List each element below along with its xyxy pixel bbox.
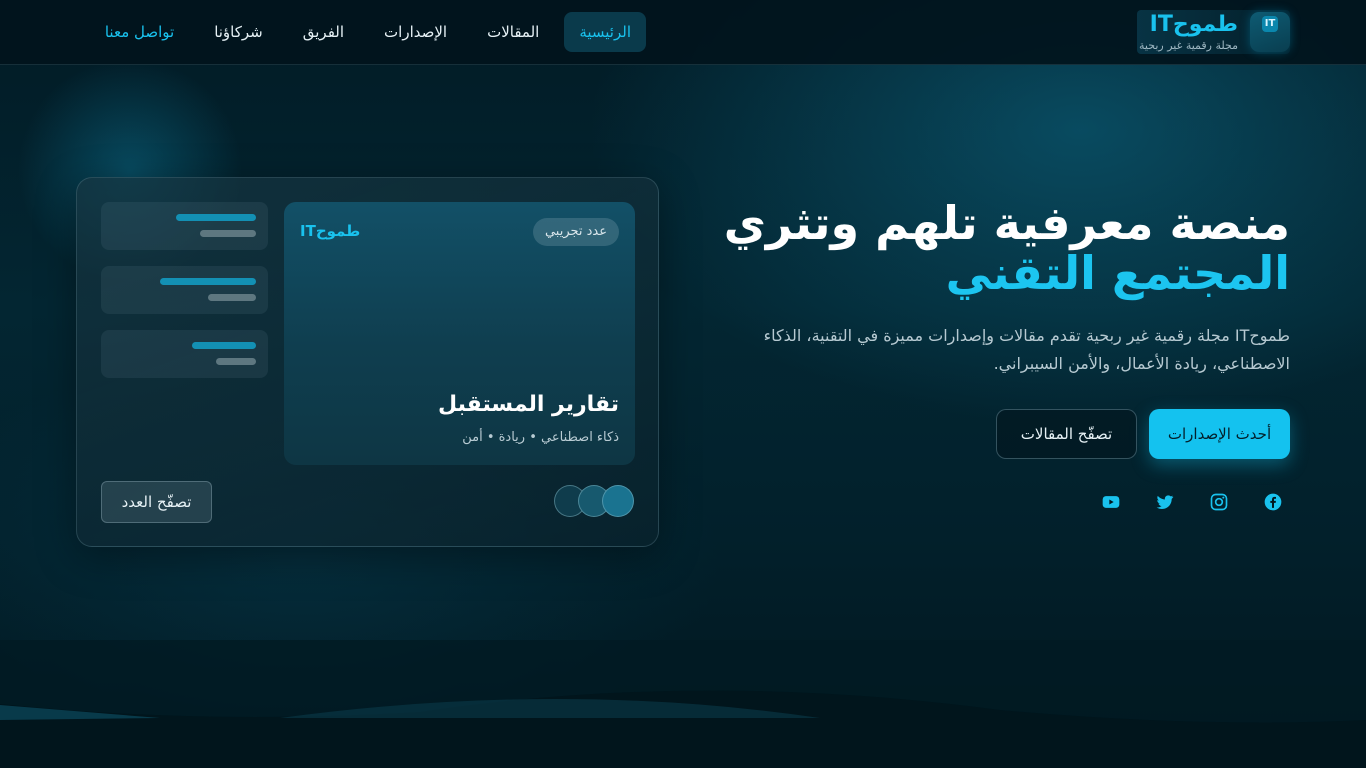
hero-title-line1: منصة معرفية تلهم وتثري <box>723 196 1290 250</box>
twitter-link[interactable] <box>1138 490 1192 514</box>
browse-issue-button[interactable]: تصفّح العدد <box>101 481 212 523</box>
social-links <box>1084 490 1300 514</box>
instagram-link[interactable] <box>1192 490 1246 514</box>
issue-cover-brand: طموحIT <box>300 222 361 240</box>
youtube-icon <box>1102 496 1120 508</box>
issue-thumbnail-placeholder <box>101 202 268 250</box>
issue-thumbnail-placeholder <box>101 266 268 314</box>
nav-item-articles[interactable]: المقالات <box>472 12 554 52</box>
twitter-icon <box>1156 495 1174 509</box>
placeholder-bar <box>208 294 256 301</box>
nav-item-issues[interactable]: الإصدارات <box>369 12 462 52</box>
placeholder-bar <box>160 278 256 285</box>
hero-description: طموحIT مجلة رقمية غير ربحية تقدم مقالات … <box>763 326 1290 373</box>
facebook-link[interactable] <box>1246 490 1300 514</box>
brand-tagline: مجلة رقمية غير ربحية <box>1139 39 1238 52</box>
issue-title: تقارير المستقبل <box>438 392 619 417</box>
nav-item-contact[interactable]: تواصل معنا <box>90 12 189 52</box>
nav-links: الرئيسية المقالات الإصدارات الفريق شركاؤ… <box>80 12 646 52</box>
placeholder-bar <box>200 230 256 237</box>
nav-item-home[interactable]: الرئيسية <box>564 12 646 52</box>
brand-logo[interactable]: IT طموحIT مجلة رقمية غير ربحية <box>1137 10 1290 54</box>
placeholder-bar <box>176 214 256 221</box>
brand-badge-text: IT <box>1262 16 1278 32</box>
placeholder-bar <box>216 358 256 365</box>
youtube-link[interactable] <box>1084 490 1138 514</box>
instagram-icon <box>1210 493 1228 511</box>
avatar <box>602 485 634 517</box>
bottom-wave-decoration <box>0 640 1366 768</box>
brand-badge-icon: IT <box>1250 12 1290 52</box>
top-navbar: IT طموحIT مجلة رقمية غير ربحية الرئيسية … <box>0 0 1366 65</box>
latest-issues-button[interactable]: أحدث الإصدارات <box>1149 409 1290 459</box>
issue-cover[interactable]: عدد تجريبي طموحIT تقارير المستقبل ذكاء ا… <box>284 202 635 465</box>
facebook-icon <box>1264 493 1282 511</box>
nav-item-team[interactable]: الفريق <box>288 12 359 52</box>
contributors-avatars <box>554 485 636 519</box>
browse-articles-button[interactable]: تصفّح المقالات <box>996 409 1137 459</box>
brand-name: طموحIT <box>1149 12 1238 37</box>
hero-title: منصة معرفية تلهم وتثري المجتمع التقني <box>690 198 1290 298</box>
issue-preview-card: عدد تجريبي طموحIT تقارير المستقبل ذكاء ا… <box>76 177 659 547</box>
issue-badge: عدد تجريبي <box>532 218 619 246</box>
hero-title-line2: المجتمع التقني <box>945 246 1290 300</box>
placeholder-bar <box>192 342 256 349</box>
nav-item-partners[interactable]: شركاؤنا <box>199 12 278 52</box>
issue-subtitle: ذكاء اصطناعي • ريادة • أمن <box>462 430 619 445</box>
issue-thumbnail-placeholder <box>101 330 268 378</box>
